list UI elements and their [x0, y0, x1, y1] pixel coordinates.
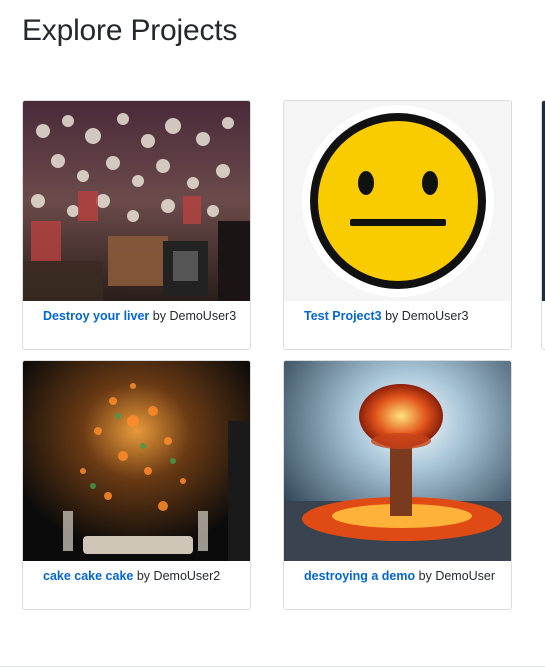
project-card-partial[interactable] [541, 100, 545, 350]
project-thumbnail-party-crowd[interactable] [23, 101, 250, 301]
project-author: DemoUser2 [153, 569, 221, 583]
project-card[interactable]: destroying a demo by DemoUser [283, 360, 512, 610]
project-caption: cake cake cake by DemoUser2 [43, 567, 240, 585]
by-label: by [385, 309, 399, 323]
project-author: DemoUser [435, 569, 496, 583]
project-link[interactable]: destroying a demo [304, 569, 415, 583]
by-label: by [136, 569, 151, 583]
project-thumbnail-exploding-cake[interactable] [23, 361, 250, 561]
project-caption: Destroy your liver by DemoUser3 [43, 307, 240, 325]
project-caption: Test Project3 by DemoUser3 [304, 307, 501, 325]
by-label: by [152, 309, 166, 323]
project-card[interactable]: Test Project3 by DemoUser3 [283, 100, 512, 350]
project-caption: destroying a demo by DemoUser [304, 567, 501, 585]
project-card[interactable]: cake cake cake by DemoUser2 [22, 360, 251, 610]
project-card[interactable]: Destroy your liver by DemoUser3 [22, 100, 251, 350]
project-thumbnail-neutral-face[interactable] [284, 101, 511, 301]
project-thumbnail-mushroom-cloud[interactable] [284, 361, 511, 561]
page-title: Explore Projects [22, 14, 238, 47]
project-author: DemoUser3 [401, 309, 469, 323]
footer-divider [0, 666, 545, 667]
project-link[interactable]: cake cake cake [43, 569, 133, 583]
project-link[interactable]: Test Project3 [304, 309, 382, 323]
project-author: DemoUser3 [169, 309, 237, 323]
by-label: by [418, 569, 432, 583]
project-link[interactable]: Destroy your liver [43, 309, 149, 323]
